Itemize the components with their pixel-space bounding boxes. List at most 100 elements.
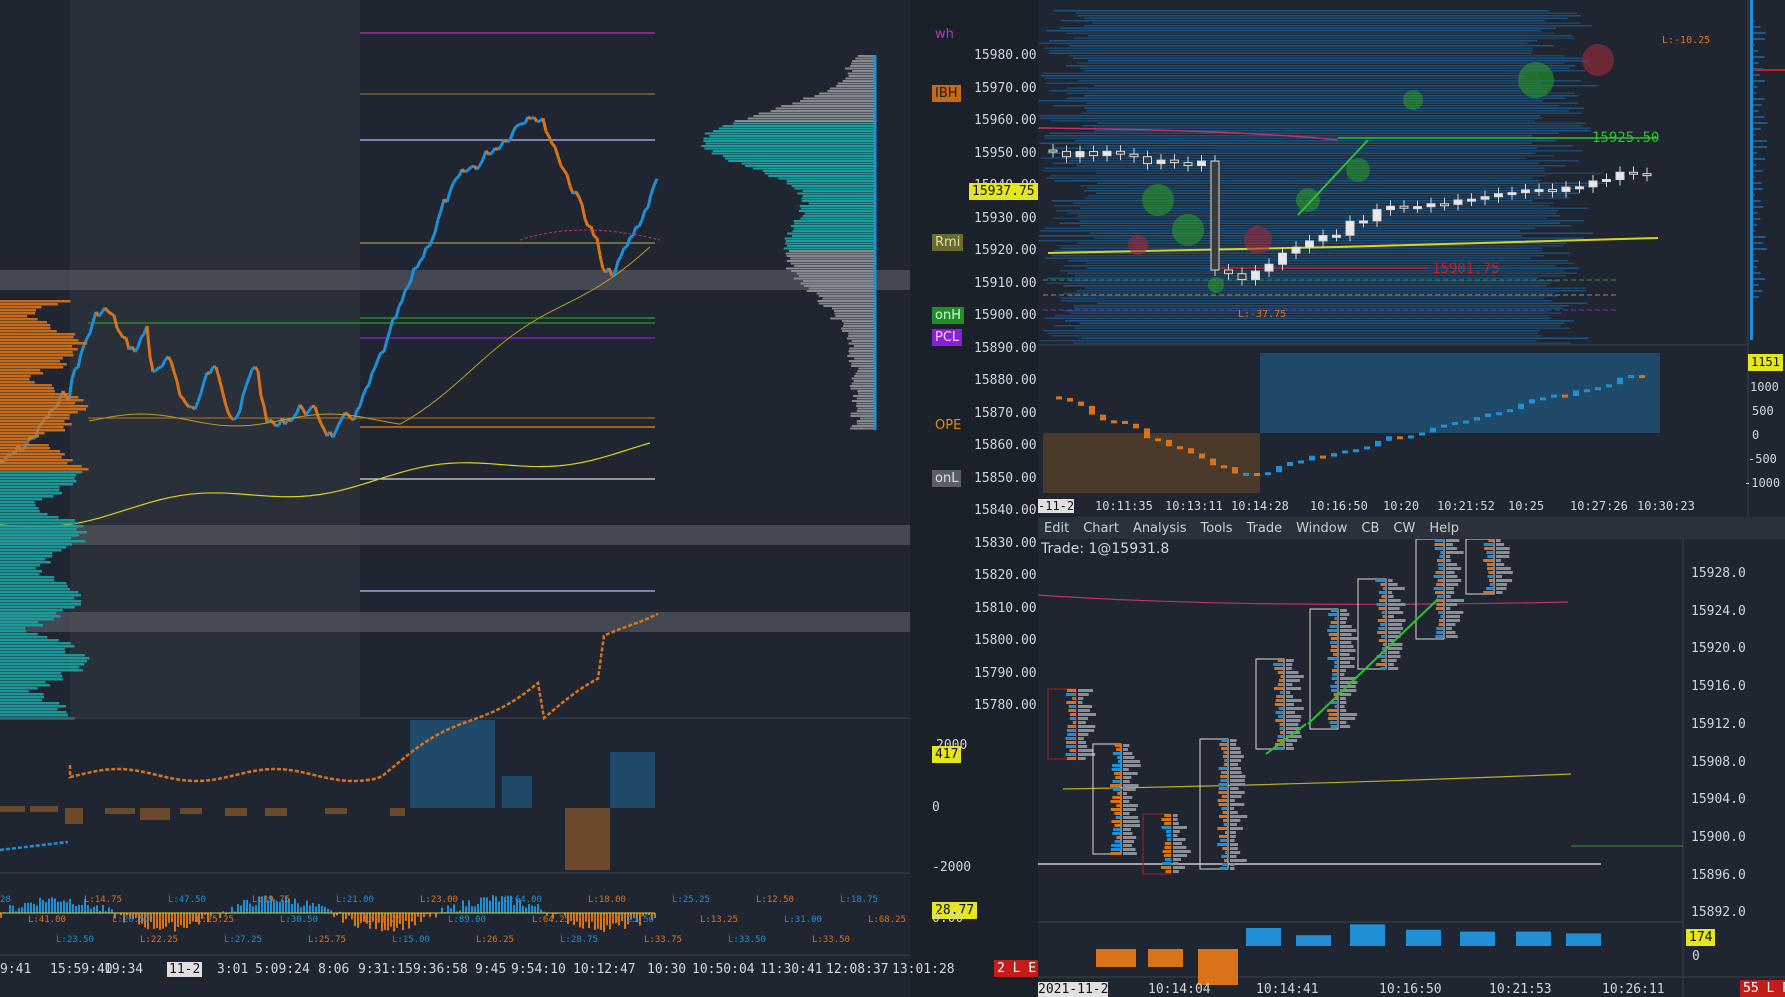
footprint-bid-bar	[1277, 683, 1284, 686]
dom-heatmap-line	[1077, 15, 1581, 17]
cum-bar	[411, 913, 413, 922]
price-bar	[394, 306, 401, 318]
top-right-canvas[interactable]	[1038, 0, 1785, 517]
footprint-bid-bar	[1380, 623, 1386, 626]
volume-profile-bar	[850, 387, 875, 390]
menu-chart[interactable]: Chart	[1083, 521, 1119, 536]
left-profile-bar	[0, 615, 61, 618]
dom-heatmap-line	[1051, 255, 1544, 257]
footprint-ask-bar	[1340, 721, 1347, 724]
footprint-bid-bar	[1066, 729, 1076, 732]
footprint-ask-bar	[1388, 587, 1405, 590]
menu-analysis[interactable]: Analysis	[1133, 521, 1187, 536]
br-badge[interactable]: 55 L E	[1740, 980, 1785, 997]
top-right-chart[interactable]: L:-10.25 15925.50 15901.75 L:-37.75 1151…	[1038, 0, 1785, 517]
volume-profile-bar	[784, 242, 875, 245]
bottom-right-chart[interactable]: Trade: 1@15931.8 15928.0 15924.0 15920.0 15…	[1038, 539, 1785, 997]
left-profile-bar	[0, 576, 55, 579]
footprint-ask-bar	[1173, 822, 1179, 825]
volume-profile-bar	[848, 335, 875, 337]
menu-help[interactable]: Help	[1429, 521, 1459, 536]
left-profile-bar	[0, 633, 38, 636]
footprint-bid-bar	[1072, 721, 1076, 724]
footprint-bid-bar	[1331, 645, 1338, 648]
dom-heatmap-line	[1080, 67, 1570, 69]
menu-cb[interactable]: CB	[1361, 521, 1379, 536]
tr-time-label: 10:20	[1383, 499, 1420, 513]
price-bar	[593, 234, 598, 240]
footprint-bid-bar	[1111, 764, 1121, 767]
menu-trade[interactable]: Trade	[1247, 521, 1283, 536]
cum-bar	[63, 900, 65, 913]
volume-profile-bar	[814, 95, 875, 97]
price-bar	[433, 219, 440, 233]
left-badge[interactable]: 2 L E	[994, 960, 1040, 977]
cum-bar	[450, 908, 452, 913]
volume-profile-bar	[857, 55, 875, 57]
menu-window[interactable]: Window	[1296, 521, 1347, 536]
left-profile-bar	[0, 534, 79, 537]
volume-profile-bar	[793, 227, 875, 230]
footprint-bid-bar	[1163, 854, 1171, 857]
bottom-right-canvas[interactable]	[1038, 539, 1785, 997]
volume-profile-bar	[711, 152, 875, 155]
delta-candle	[1243, 472, 1249, 476]
footprint-bid-bar	[1483, 591, 1494, 594]
delta-candle	[1606, 384, 1612, 388]
footprint-bid-bar	[1328, 713, 1338, 716]
menu-cw[interactable]: CW	[1393, 521, 1415, 536]
br-price-label: 15908.0	[1691, 754, 1746, 770]
br-time-label: 10:26:11	[1602, 982, 1665, 997]
footprint-ask-bar	[1173, 850, 1191, 853]
dom-heatmap-line	[1042, 170, 1545, 172]
volume-profile-bar	[802, 190, 875, 192]
footprint-bid-bar	[1437, 563, 1444, 566]
footprint-bid-bar	[1224, 759, 1228, 762]
menu-edit[interactable]: Edit	[1044, 521, 1069, 536]
time-axis-label: 11:30:41	[760, 962, 823, 977]
left-profile-bar	[0, 567, 37, 570]
cum-bar	[51, 897, 53, 913]
volume-profile-bar	[853, 345, 875, 347]
dom-heatmap-line	[1084, 287, 1587, 289]
volume-profile-bar	[851, 340, 875, 342]
footprint-ask-bar	[1078, 741, 1087, 744]
delta-bar	[325, 808, 347, 814]
dom-heatmap-line	[1087, 60, 1589, 62]
footprint-bid-bar	[1221, 807, 1228, 810]
cum-bar	[96, 905, 98, 913]
volume-profile-bar	[850, 412, 875, 415]
volume-profile-bar	[801, 200, 875, 202]
level-tag-rmi: Rmi	[932, 234, 964, 251]
footprint-ask-bar	[1388, 655, 1401, 658]
left-chart-canvas[interactable]	[0, 0, 910, 997]
footprint-bid-bar	[1111, 768, 1121, 771]
delta-value-tag: 417	[932, 746, 962, 763]
br-time-label: 10:14:04	[1148, 982, 1211, 997]
delta-positive-block	[1260, 353, 1660, 433]
price-bar	[478, 158, 485, 166]
left-profile-bar	[0, 303, 58, 306]
footprint-ask-bar	[1446, 571, 1455, 574]
footprint-bid-bar	[1117, 756, 1121, 759]
delta-axis-neg2000: -2000	[932, 860, 972, 875]
footprint-ask-bar	[1388, 607, 1400, 610]
footprint-bid-bar	[1486, 551, 1494, 554]
left-chart[interactable]: 15980.0015970.0015960.0015950.0015940.00…	[0, 0, 1040, 997]
menu-tools[interactable]: Tools	[1200, 521, 1232, 536]
cum-bar	[192, 913, 194, 922]
volume-profile-bar	[852, 60, 875, 62]
cum-bar	[321, 905, 323, 913]
footprint-ask-bar	[1446, 567, 1462, 570]
footprint-ask-bar	[1173, 826, 1187, 829]
cum-bar	[486, 897, 488, 913]
cum-bar	[108, 907, 110, 913]
delta-candle	[1441, 424, 1447, 428]
footprint-bid-bar	[1114, 824, 1121, 827]
volume-profile-bar	[764, 172, 875, 175]
price-axis-label: 15880.00	[974, 373, 1037, 388]
left-profile-bar	[0, 537, 72, 540]
volume-profile-bar	[791, 185, 875, 187]
tr-label-l-bottom: L:-37.75	[1238, 309, 1287, 320]
volume-profile-bar	[857, 392, 875, 395]
